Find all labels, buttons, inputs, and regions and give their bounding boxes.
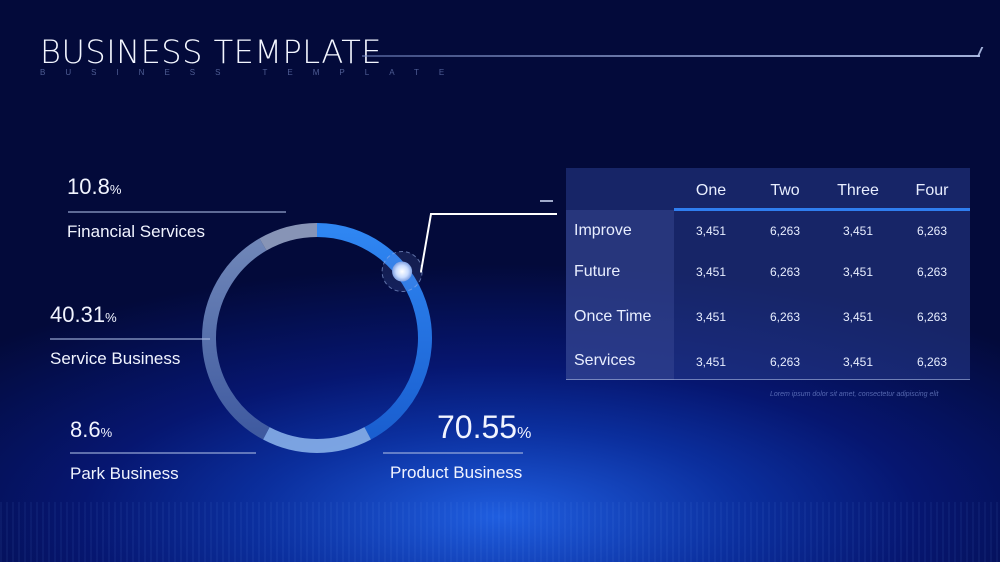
col-header-two: Two — [770, 182, 800, 199]
service-business-unit: % — [105, 310, 117, 325]
table-cell: 3,451 — [695, 224, 727, 238]
financial-services-unit: % — [109, 182, 122, 197]
service-business-leader — [50, 338, 210, 340]
park-business-unit: % — [100, 425, 113, 440]
header-underline — [674, 208, 970, 211]
ring-segment-financial-services — [259, 223, 318, 251]
table-cell: 6,263 — [916, 355, 948, 369]
table-cell: 3,451 — [842, 355, 874, 369]
park-business-number: 8.6 — [70, 417, 101, 442]
park-business-value: 8.6% — [70, 417, 112, 443]
product-business-leader — [383, 452, 523, 454]
table-cell: 6,263 — [916, 265, 948, 279]
financial-services-leader — [68, 211, 286, 213]
product-business-number: 70.55 — [437, 409, 518, 445]
product-business-label: Product Business — [390, 463, 523, 482]
row-header-services: Services — [574, 352, 636, 369]
financial-services-value: 10.8% — [67, 174, 121, 200]
park-business-leader — [70, 452, 256, 454]
table-cell: 6,263 — [769, 265, 801, 279]
product-business-value: 70.55% — [437, 409, 531, 446]
table-cell: 3,451 — [695, 265, 727, 279]
financial-services-label: Financial Services — [67, 222, 205, 241]
park-business-label: Park Business — [70, 464, 179, 483]
table-cell: 6,263 — [769, 355, 801, 369]
col-header-four: Four — [915, 182, 949, 199]
table-cell: 6,263 — [769, 310, 801, 324]
service-business-value: 40.31% — [50, 302, 117, 328]
table-cell: 3,451 — [695, 355, 727, 369]
row-header-once-time: Once Time — [574, 308, 652, 325]
table-cell: 6,263 — [916, 310, 948, 324]
table-cell: 3,451 — [842, 224, 874, 238]
decor-dash — [540, 200, 553, 202]
callout-connector — [420, 213, 557, 273]
service-business-label: Service Business — [50, 349, 181, 368]
table-cell: 3,451 — [842, 310, 874, 324]
financial-services-number: 10.8 — [67, 174, 110, 199]
table-cell: 6,263 — [916, 224, 948, 238]
row-header-improve: Improve — [574, 222, 632, 239]
table-note: Lorem ipsum dolor sit amet, consectetur … — [770, 391, 939, 398]
highlight-dot — [392, 261, 413, 282]
table-bottom-line — [566, 379, 970, 380]
row-header-future: Future — [574, 263, 621, 280]
ring-segment-park-business — [263, 427, 371, 453]
col-header-three: Three — [837, 182, 879, 199]
ring-segment-service-business — [202, 238, 270, 440]
service-business-number: 40.31 — [50, 302, 106, 327]
table-cell: 3,451 — [695, 310, 727, 324]
col-header-one: One — [695, 182, 727, 199]
product-business-unit: % — [517, 425, 532, 442]
table-cell: 6,263 — [769, 224, 801, 238]
data-table: One Two Three Four Improve Future Once T… — [566, 168, 970, 380]
table-cell: 3,451 — [842, 265, 874, 279]
